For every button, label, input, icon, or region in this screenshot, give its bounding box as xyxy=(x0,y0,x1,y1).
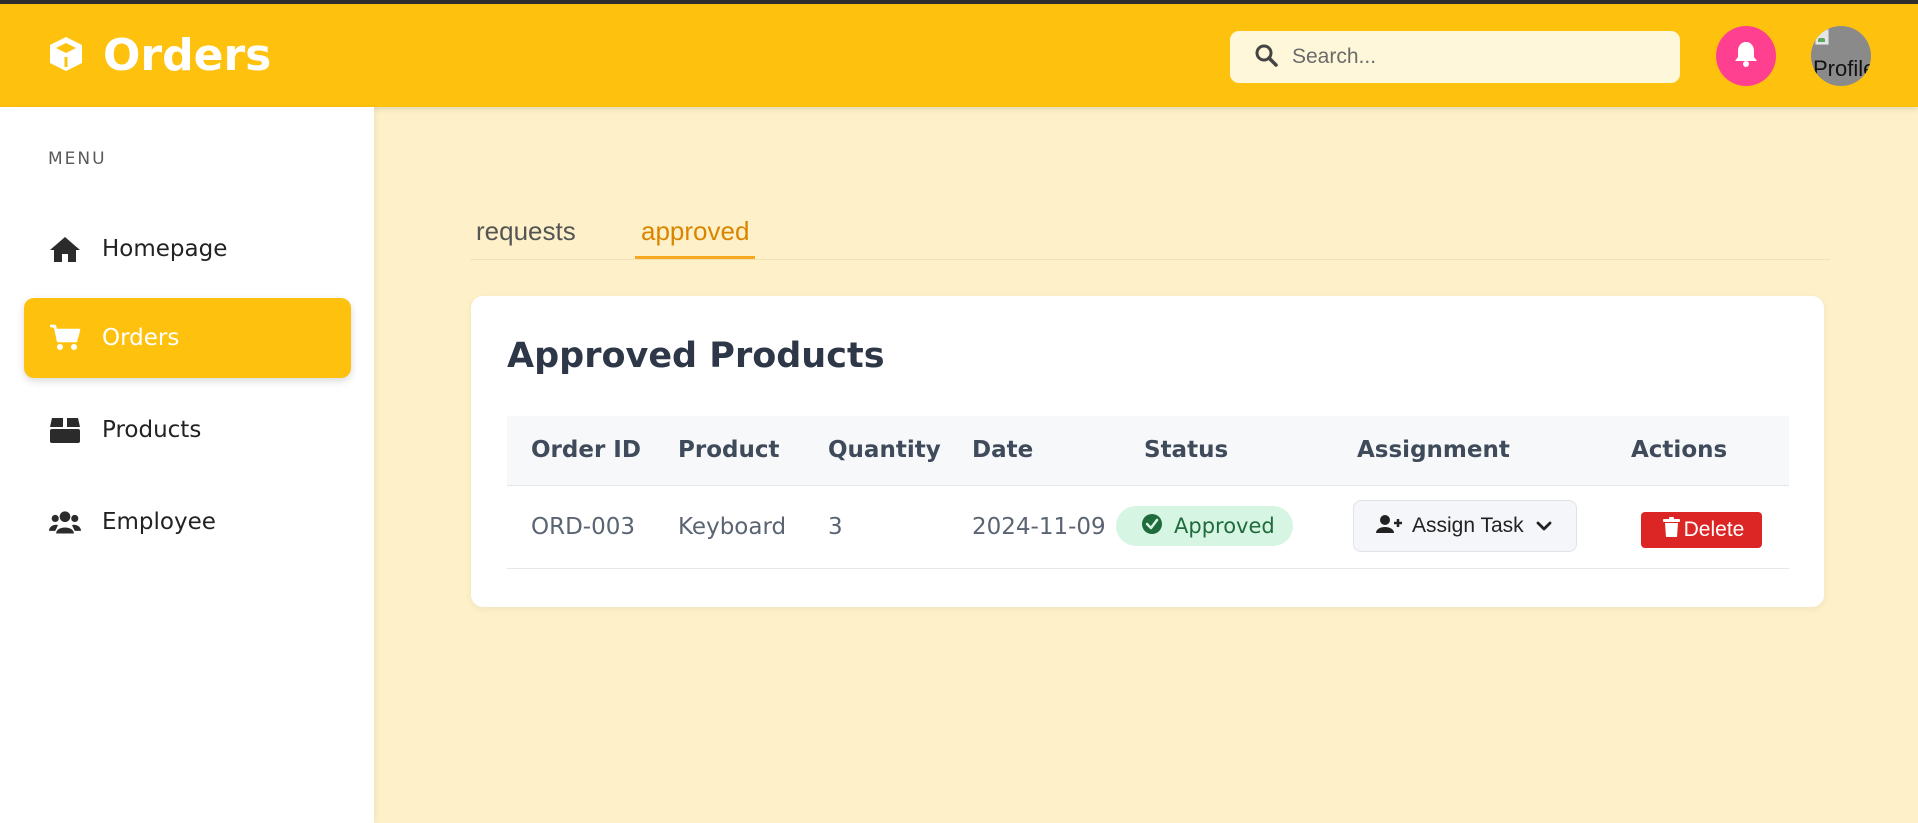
tab-bar: requests approved xyxy=(470,204,1830,260)
notification-button[interactable] xyxy=(1716,26,1776,86)
status-label: Approved xyxy=(1174,514,1275,538)
avatar-alt-text: Profile xyxy=(1813,56,1871,81)
quantity-cell: 3 xyxy=(828,514,843,540)
column-header: Date xyxy=(972,437,1034,463)
card-title: Approved Products xyxy=(507,336,885,376)
status-badge: Approved xyxy=(1116,506,1293,546)
sidebar: MENU Homepage Orders Products Employee xyxy=(0,107,374,823)
column-header: Assignment xyxy=(1357,437,1510,463)
sidebar-item-orders[interactable]: Orders xyxy=(24,298,351,378)
broken-image-icon xyxy=(1815,29,1829,45)
trash-icon xyxy=(1662,517,1680,543)
delete-label: Delete xyxy=(1683,518,1745,541)
sidebar-item-products[interactable]: Products xyxy=(24,390,351,470)
sidebar-item-label: Homepage xyxy=(102,236,228,262)
page-title: Orders xyxy=(103,30,272,81)
assign-task-label: Assign Task xyxy=(1412,514,1524,537)
brand[interactable]: Orders xyxy=(46,4,271,107)
sidebar-item-label: Employee xyxy=(102,509,216,535)
column-header: Order ID xyxy=(531,437,641,463)
order-id-cell: ORD-003 xyxy=(531,514,635,540)
assign-task-dropdown[interactable]: Assign Task xyxy=(1353,500,1577,552)
check-circle-icon xyxy=(1141,513,1163,540)
column-header: Product xyxy=(678,437,780,463)
menu-label: MENU xyxy=(48,149,107,169)
chevron-down-icon xyxy=(1524,517,1552,536)
table-header: Order ID Product Quantity Date Status As… xyxy=(507,416,1789,486)
cube-icon xyxy=(46,34,86,78)
column-header: Status xyxy=(1144,437,1229,463)
search-icon xyxy=(1230,43,1278,71)
top-header: Orders Profile xyxy=(0,4,1918,107)
column-header: Quantity xyxy=(828,437,941,463)
search-bar[interactable] xyxy=(1230,31,1680,83)
approved-products-card: Approved Products Order ID Product Quant… xyxy=(471,296,1824,607)
sidebar-item-label: Products xyxy=(102,417,202,443)
table-row: ORD-003 Keyboard 3 2024-11-09 Approved A… xyxy=(507,486,1789,569)
bell-icon xyxy=(1733,40,1759,72)
sidebar-item-homepage[interactable]: Homepage xyxy=(24,209,351,289)
avatar[interactable]: Profile xyxy=(1811,26,1871,86)
search-input[interactable] xyxy=(1290,44,1674,70)
sidebar-item-employee[interactable]: Employee xyxy=(24,482,351,562)
home-icon xyxy=(48,234,82,264)
column-header: Actions xyxy=(1631,437,1728,463)
date-cell: 2024-11-09 xyxy=(972,514,1106,540)
cart-icon xyxy=(48,323,82,353)
tab-approved[interactable]: approved xyxy=(635,204,756,259)
box-icon xyxy=(48,415,82,445)
user-plus-icon xyxy=(1354,514,1402,538)
users-icon xyxy=(48,507,82,537)
product-cell: Keyboard xyxy=(678,514,787,540)
tab-requests[interactable]: requests xyxy=(470,204,582,258)
delete-button[interactable]: Delete xyxy=(1641,512,1762,548)
sidebar-item-label: Orders xyxy=(102,325,180,351)
